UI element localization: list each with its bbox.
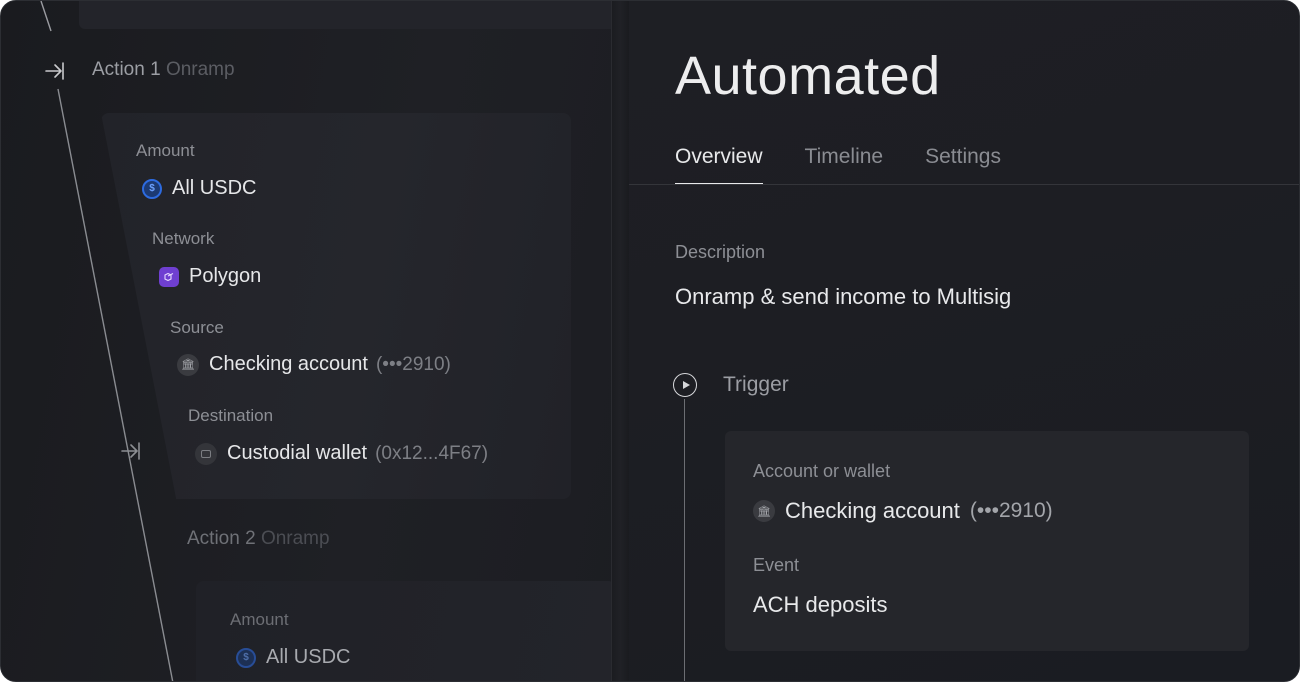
action2-subtitle: Onramp xyxy=(260,528,330,549)
wallet-icon xyxy=(195,442,217,465)
action1-subtitle: Onramp xyxy=(165,59,235,80)
account-suffix: (•••2910) xyxy=(969,499,1053,522)
destination-label: Destination xyxy=(188,406,274,425)
source-label: Source xyxy=(170,318,224,337)
trigger-heading[interactable]: Trigger xyxy=(673,373,789,397)
app-frame: Action 1 Onramp Amount $ All USDC Networ… xyxy=(0,0,1300,682)
description-label: Description xyxy=(675,242,766,262)
action1-title: Action 1 xyxy=(92,59,161,80)
amount-label: Amount xyxy=(136,141,195,160)
network-label: Network xyxy=(152,229,215,248)
network-text: Polygon xyxy=(189,265,262,287)
trigger-card: Account or wallet 🏛 Checking account (••… xyxy=(725,431,1249,651)
tab-timeline[interactable]: Timeline xyxy=(805,145,884,185)
bank-icon: 🏛 xyxy=(753,500,775,522)
tab-settings[interactable]: Settings xyxy=(925,145,1001,185)
event-label: Event xyxy=(753,555,800,575)
account-value[interactable]: 🏛 Checking account (•••2910) xyxy=(753,498,1053,524)
usdc-icon: $ xyxy=(236,647,256,668)
page-title: Automated xyxy=(675,46,941,106)
polygon-icon xyxy=(159,266,179,287)
arrow-right-icon xyxy=(45,62,64,80)
source-value[interactable]: 🏛 Checking account (•••2910) xyxy=(177,353,451,376)
destination-suffix: (0x12...4F67) xyxy=(375,442,489,464)
bank-icon: 🏛 xyxy=(177,353,199,376)
account-text: Checking account xyxy=(785,498,960,523)
automation-steps-panel: Action 1 Onramp Amount $ All USDC Networ… xyxy=(1,1,629,681)
panel-divider xyxy=(611,1,629,681)
amount2-label: Amount xyxy=(230,610,289,629)
amount-text: All USDC xyxy=(172,177,257,199)
tab-underline-divider xyxy=(629,184,1299,185)
tab-bar: Overview Timeline Settings xyxy=(675,145,1001,185)
network-value[interactable]: Polygon xyxy=(159,265,261,288)
trigger-label: Trigger xyxy=(723,373,789,396)
account-label: Account or wallet xyxy=(753,461,891,481)
amount2-text: All USDC xyxy=(266,646,351,668)
description-value: Onramp & send income to Multisig xyxy=(675,284,1012,309)
destination-value[interactable]: Custodial wallet (0x12...4F67) xyxy=(195,442,488,465)
amount2-value[interactable]: $ All USDC xyxy=(236,646,350,669)
play-icon xyxy=(673,373,697,397)
usdc-icon: $ xyxy=(142,178,162,199)
action2-title: Action 2 xyxy=(187,528,256,549)
action1-heading[interactable]: Action 1 Onramp xyxy=(92,59,235,81)
source-text: Checking account xyxy=(209,353,368,375)
arrow-right-icon xyxy=(121,442,140,460)
source-suffix: (•••2910) xyxy=(375,353,451,375)
amount-value[interactable]: $ All USDC xyxy=(142,177,256,200)
event-value: ACH deposits xyxy=(753,592,888,617)
destination-text: Custodial wallet xyxy=(227,442,368,464)
automation-detail-panel: Automated Overview Timeline Settings Des… xyxy=(629,1,1299,681)
action2-heading[interactable]: Action 2 Onramp xyxy=(187,528,330,550)
tab-overview[interactable]: Overview xyxy=(675,145,763,185)
previous-step-card xyxy=(79,1,619,29)
trigger-connector-line xyxy=(684,399,685,681)
